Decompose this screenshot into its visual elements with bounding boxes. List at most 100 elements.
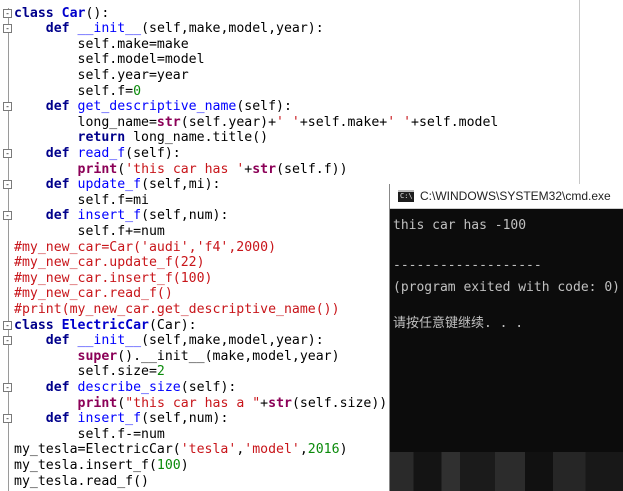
code-token: ' ' xyxy=(276,114,300,130)
console-line: this car has -100 xyxy=(393,218,527,233)
code-text: my_tesla.insert_f(100) xyxy=(14,458,189,474)
code-text: self.make=make xyxy=(14,37,189,53)
code-token: update_f xyxy=(77,177,142,193)
code-token: self.model=model xyxy=(14,52,205,68)
code-token: self.make=make xyxy=(14,36,189,52)
code-token: ' ' xyxy=(387,114,412,130)
code-token: (self,num): xyxy=(141,411,229,427)
editor-edge-line xyxy=(579,0,580,185)
code-token: #my_new_car=Car('audi','f4',2000) xyxy=(14,239,277,255)
code-text: #my_new_car.update_f(22) xyxy=(14,255,205,271)
fold-toggle-icon[interactable]: - xyxy=(3,102,12,112)
code-text: print('this car has '+str(self.f)) xyxy=(14,162,348,178)
code-token: (self.size)) xyxy=(291,395,388,411)
code-text: self.size=2 xyxy=(14,364,165,380)
code-token: class xyxy=(14,5,62,21)
code-text: def describe_size(self): xyxy=(14,379,237,396)
fold-toggle-icon[interactable]: - xyxy=(3,8,12,18)
code-text: self.f-=num xyxy=(14,427,165,443)
cmd-icon-text: C:\ xyxy=(400,192,413,200)
code-token: +self.make+ xyxy=(299,114,388,130)
code-text: self.model=model xyxy=(14,52,205,68)
code-token: self.f= xyxy=(14,83,134,99)
fold-toggle-icon[interactable]: - xyxy=(3,382,12,392)
code-token: (self,mi): xyxy=(141,177,221,193)
console-title: C:\WINDOWS\SYSTEM32\cmd.exe xyxy=(420,189,611,203)
code-token: 'tesla' xyxy=(180,442,237,458)
code-token: #my_new_car.update_f(22) xyxy=(14,255,205,271)
code-text: #my_new_car=Car('audi','f4',2000) xyxy=(14,240,276,256)
code-text: #my_new_car.insert_f(100) xyxy=(14,271,213,287)
console-window[interactable]: C:\ C:\WINDOWS\SYSTEM32\cmd.exe this car… xyxy=(389,184,623,491)
code-token: (self): xyxy=(180,379,237,395)
code-token: ( xyxy=(117,395,126,411)
code-token: "this car has a " xyxy=(125,395,261,411)
code-token: (self): xyxy=(236,99,292,115)
console-line: 请按任意键继续. . . xyxy=(393,316,524,331)
code-token: (self.f)) xyxy=(276,161,348,177)
code-token: read_f xyxy=(77,145,126,161)
code-text: def insert_f(self,num): xyxy=(14,411,229,427)
code-token: def xyxy=(45,411,78,427)
code-text: def insert_f(self,num): xyxy=(14,208,229,224)
code-text: self.f=0 xyxy=(14,83,142,100)
code-text: def __init__(self,make,model,year): xyxy=(14,21,324,37)
code-token: 2 xyxy=(156,364,165,380)
code-token: self.f-=num xyxy=(14,426,165,442)
console-titlebar[interactable]: C:\ C:\WINDOWS\SYSTEM32\cmd.exe xyxy=(390,184,623,209)
code-token: (self,num): xyxy=(141,208,229,224)
code-token: def xyxy=(45,379,78,395)
code-text: class ElectricCar(Car): xyxy=(14,318,197,334)
code-token: (Car): xyxy=(148,317,197,333)
code-token: 0 xyxy=(133,83,142,99)
code-text: long_name=str(self.year)+' '+self.make+'… xyxy=(14,114,499,131)
code-token: my_tesla.read_f() xyxy=(14,473,149,489)
code-text: #my_new_car.read_f() xyxy=(14,286,173,302)
code-token: Car xyxy=(61,5,86,21)
code-token: insert_f xyxy=(77,411,142,427)
code-token: insert_f xyxy=(77,208,142,224)
fold-toggle-icon[interactable]: - xyxy=(3,211,12,221)
code-text: super().__init__(make,model,year) xyxy=(14,349,340,365)
code-text: my_tesla.read_f() xyxy=(14,474,149,490)
fold-toggle-icon[interactable]: - xyxy=(3,414,12,424)
code-text: def read_f(self): xyxy=(14,146,181,162)
fold-toggle-icon[interactable]: - xyxy=(3,336,12,346)
fold-toggle-icon[interactable]: - xyxy=(3,180,12,190)
code-token: my_tesla=ElectricCar( xyxy=(14,442,181,458)
fold-toggle-icon[interactable]: - xyxy=(3,148,12,158)
code-token: my_tesla.insert_f( xyxy=(14,457,157,473)
code-token: print xyxy=(77,395,118,411)
fold-toggle-icon[interactable]: - xyxy=(3,24,12,34)
code-token: #my_new_car.insert_f(100) xyxy=(14,270,213,286)
fold-toggle-icon[interactable]: - xyxy=(3,320,12,330)
code-token: (self,make,model,year): xyxy=(141,21,324,37)
code-token: ) xyxy=(180,457,189,473)
code-token: def xyxy=(45,145,78,161)
code-text: return long_name.title() xyxy=(14,130,269,146)
code-token: self.f+=num xyxy=(14,223,165,239)
console-blurred-region xyxy=(390,452,623,491)
code-token: str xyxy=(268,395,292,411)
code-token: (self,make,model,year): xyxy=(141,333,324,349)
code-token: (self.year)+ xyxy=(180,114,277,130)
code-text: def __init__(self,make,model,year): xyxy=(14,333,324,349)
code-token: 'model' xyxy=(244,442,300,458)
code-token: ().__init__(make,model,year) xyxy=(117,348,340,364)
code-token: ( xyxy=(117,161,126,177)
code-token: + xyxy=(260,395,269,411)
code-token: +self.model xyxy=(411,114,499,130)
code-token: __init__ xyxy=(77,21,142,37)
code-token: #print(my_new_car.get_descriptive_name()… xyxy=(14,301,340,317)
code-token: def xyxy=(45,21,78,37)
code-token: print xyxy=(77,161,118,177)
